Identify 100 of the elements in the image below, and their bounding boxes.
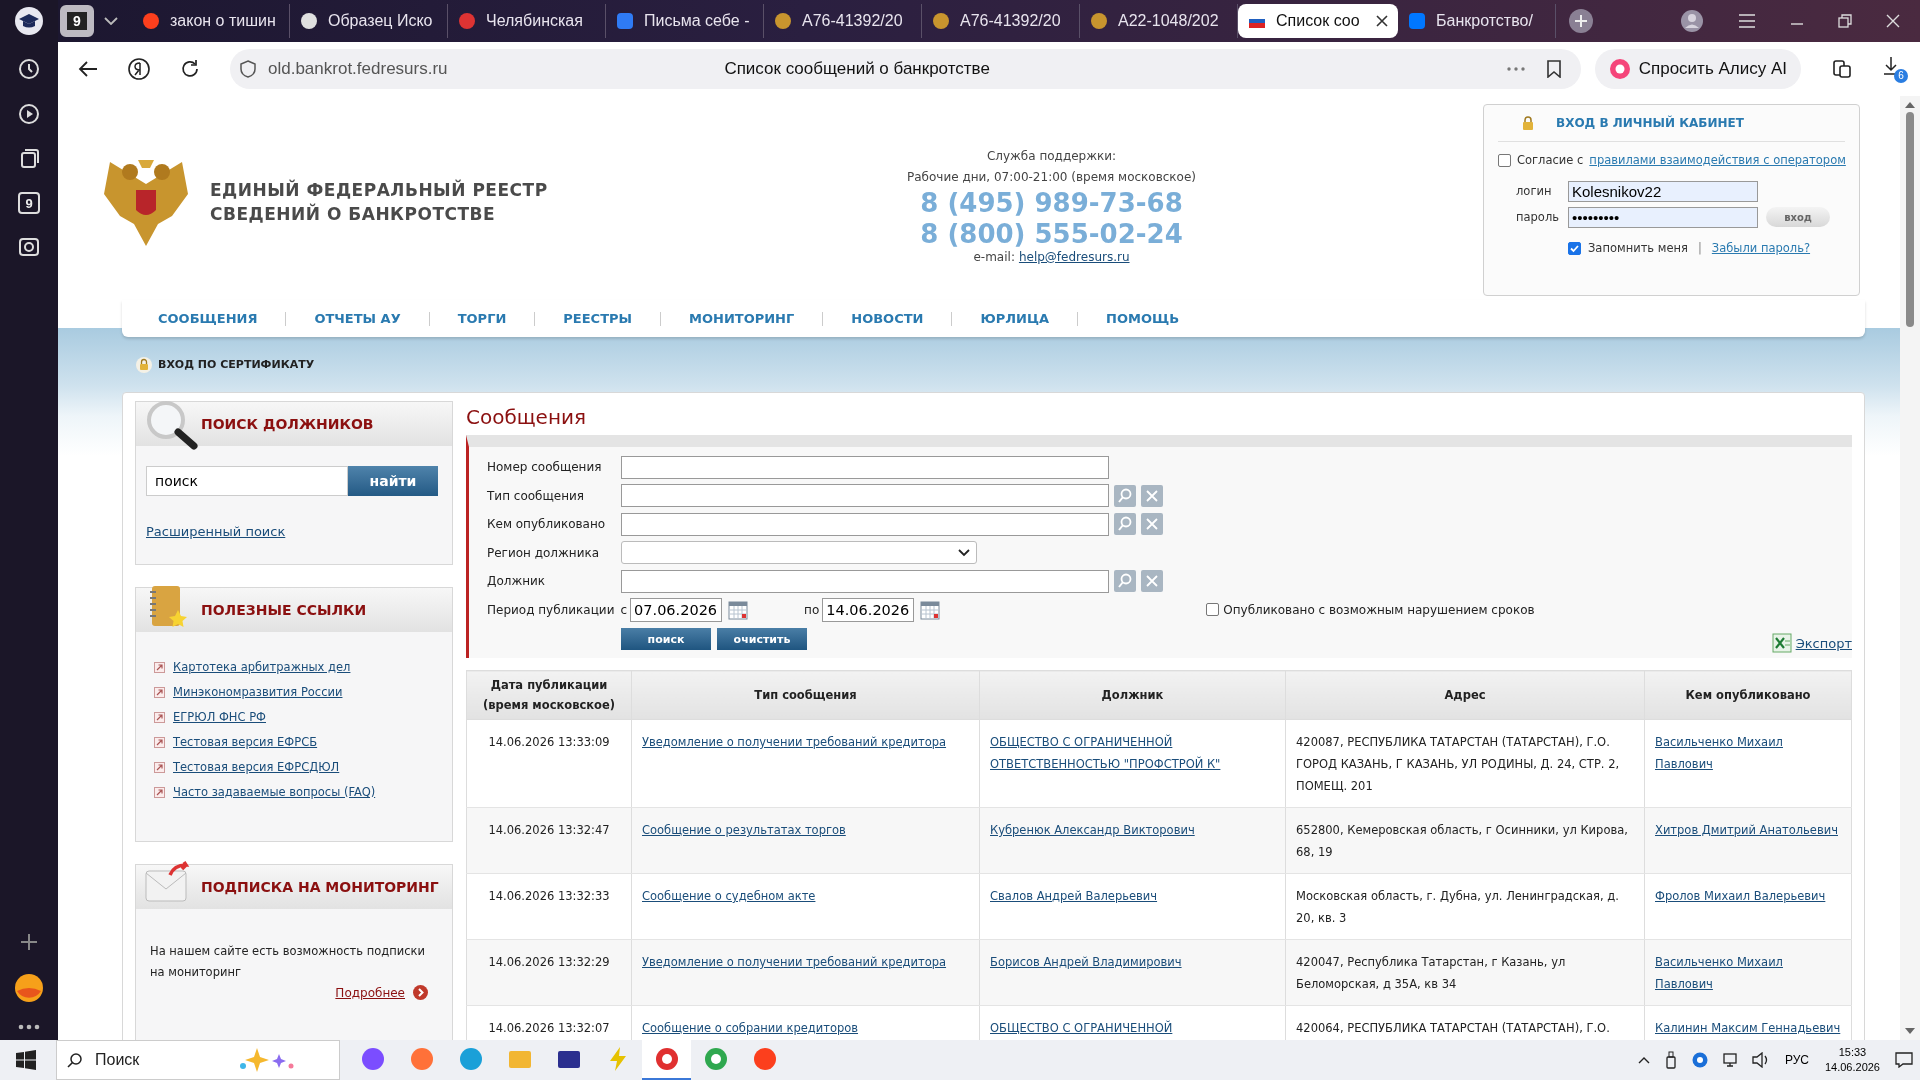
- browser-tab[interactable]: А22-1048/202: [1080, 4, 1238, 38]
- nav-link[interactable]: ПОМОЩЬ: [1078, 311, 1208, 326]
- back-icon[interactable]: [78, 60, 98, 78]
- browser-tab[interactable]: Челябинская: [448, 4, 606, 38]
- rules-link[interactable]: правилами взаимодействия с оператором: [1589, 153, 1846, 167]
- useful-link[interactable]: Минэкономразвития России: [173, 685, 343, 699]
- account-icon[interactable]: [1680, 9, 1704, 33]
- date-field[interactable]: 14.06.2026: [822, 597, 915, 622]
- panel-title: ПОИСК ДОЛЖНИКОВ: [201, 416, 374, 432]
- nav-link[interactable]: РЕЕСТРЫ: [535, 311, 661, 326]
- browser-tab[interactable]: Письма себе -: [606, 4, 764, 38]
- field-label: Номер сообщения: [487, 460, 603, 475]
- useful-link[interactable]: Тестовая версия ЕФРСБ: [173, 735, 318, 749]
- more-icon[interactable]: [18, 1024, 40, 1030]
- app-tray-icon[interactable]: [1691, 1052, 1708, 1068]
- shield-icon: [240, 60, 256, 78]
- taskbar-search-field[interactable]: Поиск: [93, 1050, 227, 1070]
- scrollbar[interactable]: [1900, 96, 1920, 1040]
- menu-icon[interactable]: [1738, 14, 1756, 28]
- form-button[interactable]: очистить: [717, 628, 807, 650]
- find-button[interactable]: найти: [348, 466, 438, 496]
- nav-link[interactable]: НОВОСТИ: [823, 311, 952, 326]
- taskbar-button[interactable]: [642, 1040, 691, 1080]
- input-field[interactable]: [621, 455, 1109, 479]
- login-field[interactable]: Kolesnikov22: [1568, 180, 1758, 202]
- nav-link[interactable]: МОНИТОРИНГ: [661, 311, 823, 326]
- tab-counter[interactable]: 9: [60, 5, 94, 37]
- notifications-icon[interactable]: [1895, 1052, 1913, 1068]
- certificate-login-link[interactable]: ВХОД ПО СЕРТИФИКАТУ: [158, 358, 315, 371]
- play-icon[interactable]: [17, 102, 41, 126]
- nav-link[interactable]: ОТЧЕТЫ АУ: [286, 311, 429, 326]
- password-field[interactable]: •••••••••: [1568, 206, 1758, 228]
- profile-icon[interactable]: [14, 6, 44, 36]
- browser-tab[interactable]: А76-41392/20: [764, 4, 922, 38]
- email-link[interactable]: help@fedresurs.ru: [1018, 250, 1130, 264]
- useful-link[interactable]: ЕГРЮЛ ФНС РФ: [173, 710, 266, 724]
- address-cell: 420064, РЕСПУБЛИКА ТАТАРСТАН (ТАТАРСТАН), Г.О.: [1296, 1021, 1610, 1035]
- nav-link[interactable]: ЮРЛИЦА: [952, 311, 1078, 326]
- extensions-icon[interactable]: [1831, 58, 1853, 80]
- search-icon[interactable]: [67, 1052, 83, 1068]
- input-field[interactable]: [621, 484, 1109, 508]
- bookmark-icon[interactable]: [1546, 60, 1561, 78]
- debtor-search-field[interactable]: поиск: [146, 466, 348, 496]
- nav-link[interactable]: СООБЩЕНИЯ: [130, 311, 286, 326]
- field-label: Тип сообщения: [487, 488, 586, 503]
- browser-tab[interactable]: закон о тишин: [132, 4, 290, 38]
- scrollbar-thumb[interactable]: [1906, 112, 1914, 327]
- useful-link[interactable]: Тестовая версия ЕФРСДЮЛ: [173, 760, 340, 774]
- support-hours: Рабочие дни, 07:00-21:00 (время московское): [906, 169, 1196, 186]
- caret-up-icon[interactable]: [1637, 1056, 1650, 1064]
- login-button[interactable]: вход: [1766, 207, 1830, 227]
- sidebar-badge[interactable]: 9: [18, 192, 40, 214]
- input-field[interactable]: [621, 512, 1109, 536]
- browser-tab[interactable]: А76-41392/20: [922, 4, 1080, 38]
- more-link[interactable]: Подробнее: [335, 985, 405, 1000]
- form-button[interactable]: поиск: [621, 628, 711, 650]
- useful-link[interactable]: Часто задаваемые вопросы (FAQ): [173, 785, 376, 799]
- clock[interactable]: 15:33 14.06.2026: [1824, 1045, 1880, 1075]
- chevron-down-icon[interactable]: [104, 17, 118, 25]
- reload-icon[interactable]: [180, 59, 200, 79]
- date-field[interactable]: 07.06.2026: [630, 597, 723, 622]
- panel-title: ПОЛЕЗНЫЕ ССЫЛКИ: [201, 602, 367, 618]
- calendar-icon[interactable]: [728, 599, 749, 620]
- restore-icon[interactable]: [1838, 14, 1852, 28]
- scroll-down-icon[interactable]: [1905, 1028, 1915, 1034]
- camera-icon[interactable]: [17, 235, 41, 259]
- network-icon[interactable]: [1721, 1052, 1738, 1068]
- yandex-icon[interactable]: [128, 58, 150, 80]
- tab-favicon-icon: [1248, 12, 1266, 30]
- calendar-icon[interactable]: [920, 599, 941, 620]
- browser-tab[interactable]: Список соо: [1238, 4, 1398, 38]
- input-field[interactable]: [621, 569, 1109, 593]
- close-icon[interactable]: [1376, 15, 1388, 27]
- advanced-search-link[interactable]: Расширенный поиск: [146, 524, 286, 539]
- windows-start-icon[interactable]: [16, 1050, 36, 1070]
- nav-link[interactable]: ТОРГИ: [429, 311, 535, 326]
- volume-icon[interactable]: [1751, 1052, 1770, 1068]
- scroll-up-icon[interactable]: [1905, 102, 1915, 108]
- address-bar[interactable]: old.bankrot.fedresurs.ru Список сообщений о банкротстве: [230, 49, 1581, 89]
- new-tab-icon[interactable]: [1568, 8, 1594, 34]
- usb-icon[interactable]: [1663, 1051, 1678, 1069]
- chevron-down-icon: [958, 548, 970, 557]
- browser-tab[interactable]: Образец Иско: [290, 4, 448, 38]
- violation-checkbox[interactable]: [1206, 603, 1220, 617]
- consent-label: Согласие с: [1517, 153, 1584, 167]
- history-icon[interactable]: [17, 57, 41, 81]
- plus-icon[interactable]: [19, 932, 39, 952]
- browser-tab[interactable]: Банкротство/: [1398, 4, 1556, 38]
- remember-checkbox[interactable]: [1568, 241, 1581, 255]
- useful-link[interactable]: Картотека арбитражных дел: [173, 660, 351, 674]
- consent-checkbox[interactable]: [1498, 153, 1511, 167]
- column-header: Дата публикации (время московское): [466, 670, 632, 720]
- column-header: Адрес: [1285, 670, 1645, 720]
- downloads-button[interactable]: 6: [1883, 55, 1908, 83]
- to-label: по: [804, 602, 820, 617]
- forgot-password-link[interactable]: Забыли пароль?: [1711, 241, 1811, 255]
- alice-button[interactable]: Спросить Алису AI: [1594, 49, 1801, 89]
- sunset-icon[interactable]: [14, 973, 44, 1003]
- export-link[interactable]: Экспорт: [1795, 635, 1852, 651]
- language-indicator[interactable]: РУС: [1784, 1053, 1809, 1067]
